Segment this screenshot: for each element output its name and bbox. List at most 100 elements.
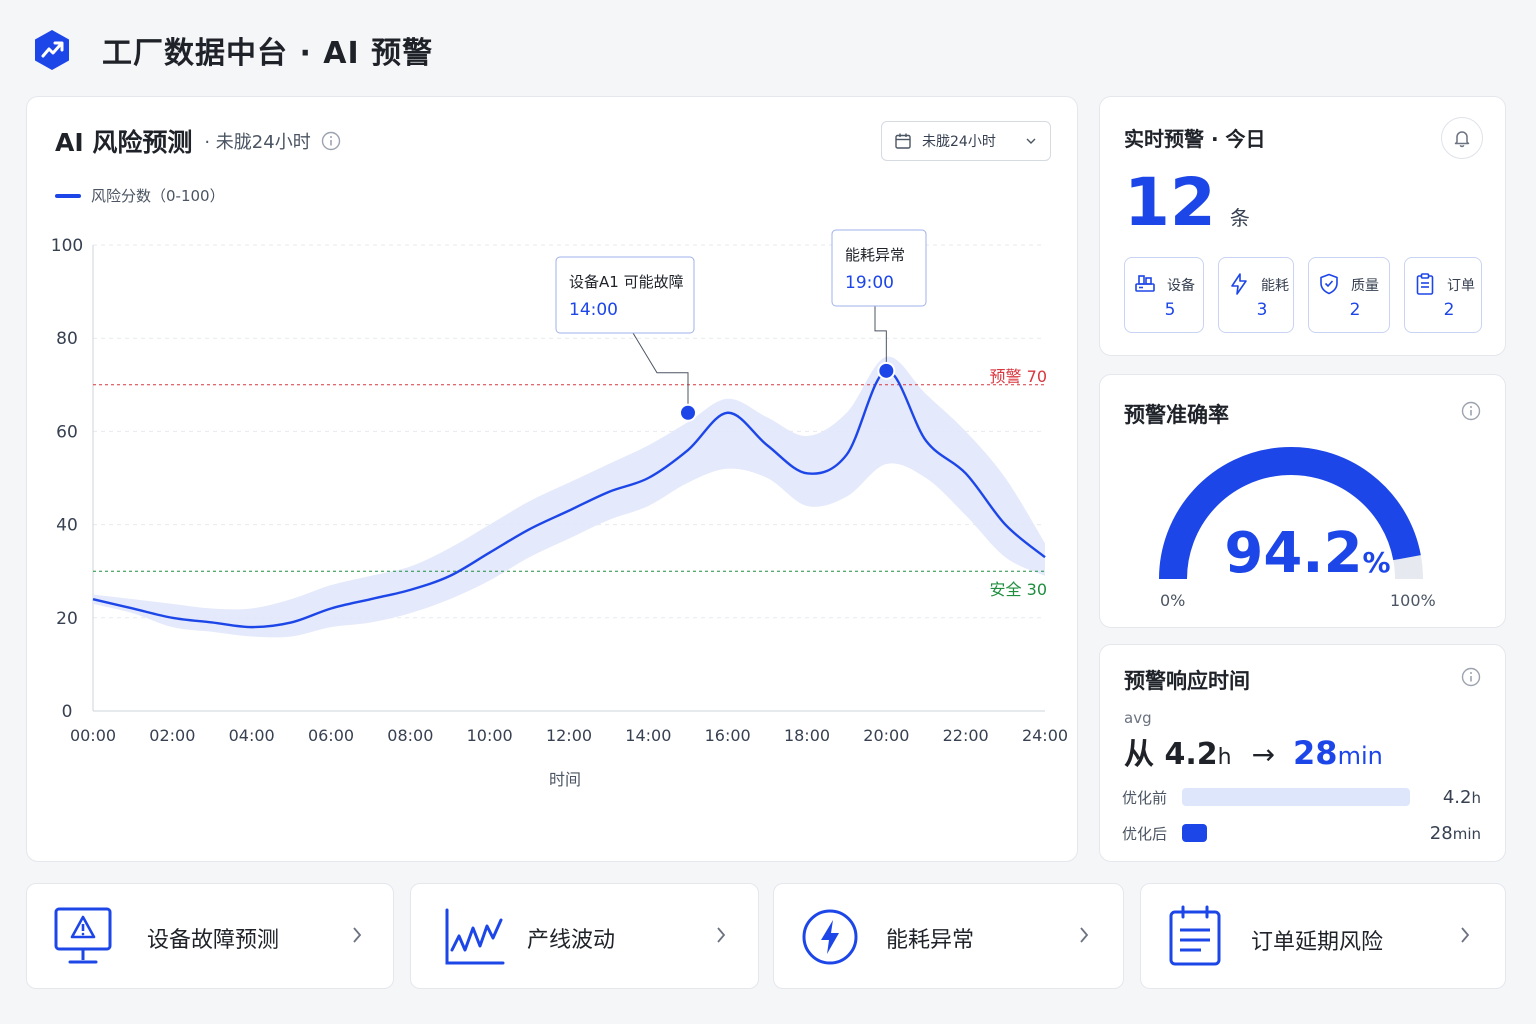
risk-chart: 0 20 40 60 80 100 00:00 02:00 04:00 06:00 08:00 10:… — [51, 229, 1068, 789]
warning-threshold-label: 预警 70 — [990, 367, 1047, 386]
y-tick-label: 40 — [56, 516, 78, 536]
chevron-right-icon — [353, 927, 362, 943]
bar-value-number: 28 — [1429, 822, 1453, 844]
confidence-band — [93, 356, 1045, 638]
risk-forecast-card: 0 20 40 60 80 100 00:00 02:00 04:00 06:00 08:00 10:… — [26, 96, 1078, 862]
response-title: 预警响应时间 — [1124, 669, 1250, 693]
category-label: 设备 — [1167, 278, 1195, 294]
bar-fill — [1182, 824, 1208, 842]
response-avg-label: avg — [1124, 709, 1152, 727]
category-tile-energy[interactable]: 能耗 3 — [1218, 257, 1294, 333]
accuracy-value: 94.2% — [1100, 521, 1507, 586]
gauge-max-label: 100% — [1390, 591, 1436, 610]
response-bar-after: 优化后 28min — [1122, 821, 1481, 845]
x-tick-label: 08:00 — [387, 726, 433, 745]
bell-icon — [1454, 131, 1470, 148]
category-label: 能耗 — [1261, 278, 1289, 294]
response-from: 从 4.2h — [1124, 729, 1232, 773]
response-time-card: 预警响应时间 avg 从 4.2h → 28min 优化前 4.2h 优化后 2… — [1099, 644, 1506, 862]
response-from-prefix: 从 — [1124, 737, 1154, 772]
nav-card-energy-anomaly[interactable]: 能耗异常 — [773, 883, 1124, 989]
response-from-unit: h — [1217, 745, 1232, 770]
bar-value-number: 4.2 — [1442, 786, 1472, 808]
legend-swatch — [55, 193, 81, 198]
info-icon[interactable] — [1461, 401, 1481, 421]
nav-label: 能耗异常 — [886, 928, 975, 953]
bar-label: 优化前 — [1122, 788, 1168, 807]
lightning-icon — [1231, 273, 1247, 295]
time-range-select[interactable]: 未胧24小时 — [881, 121, 1051, 161]
x-tick-label: 18:00 — [784, 726, 830, 745]
x-axis-title: 时间 — [549, 770, 581, 789]
x-tick-label: 04:00 — [229, 726, 275, 745]
category-tile-orders[interactable]: 订单 2 — [1404, 257, 1482, 333]
callout-box — [555, 256, 695, 334]
callout-title: 设备A1 可能故障 — [569, 273, 684, 291]
x-tick-label: 02:00 — [149, 726, 195, 745]
category-value: 3 — [1256, 300, 1268, 320]
y-tick-label: 0 — [62, 702, 73, 722]
info-icon[interactable] — [321, 131, 341, 151]
category-tile-quality[interactable]: 质量 2 — [1308, 257, 1390, 333]
nav-card-line-fluctuation[interactable]: 产线波动 — [410, 883, 759, 989]
bar-track — [1182, 824, 1412, 842]
bar-label: 优化后 — [1122, 824, 1168, 843]
x-tick-label: 24:00 — [1022, 726, 1068, 745]
bar-value-unit: min — [1452, 824, 1481, 843]
bar-value-unit: h — [1471, 788, 1481, 807]
accuracy-number: 94.2 — [1224, 521, 1363, 586]
callout-time: 14:00 — [569, 300, 618, 320]
category-tile-equipment[interactable]: 设备 5 — [1124, 257, 1204, 333]
lightning-circle-icon — [802, 909, 858, 965]
accuracy-unit: % — [1362, 546, 1391, 579]
x-tick-label: 16:00 — [705, 726, 751, 745]
nav-label: 产线波动 — [527, 928, 616, 953]
clipboard-list-icon — [1169, 905, 1221, 966]
callout-time: 19:00 — [845, 273, 894, 293]
alert-categories: 设备 5 能耗 3 质量 2 订单 2 — [1124, 257, 1482, 333]
category-value: 5 — [1164, 300, 1176, 320]
alerts-count-unit: 条 — [1229, 206, 1250, 230]
chart-legend: 风险分数（0-100） — [55, 185, 225, 206]
arrow-right-icon: → — [1251, 738, 1276, 771]
callout-title: 能耗异常 — [845, 246, 905, 264]
bar-fill — [1182, 788, 1410, 806]
info-icon[interactable] — [1461, 667, 1481, 687]
bar-value: 28min — [1430, 823, 1481, 844]
app-title: 工厂数据中台 · AI 预警 — [102, 36, 434, 71]
bar-track — [1182, 788, 1412, 806]
notification-button[interactable] — [1441, 117, 1483, 159]
category-label: 订单 — [1447, 278, 1475, 294]
x-tick-label: 06:00 — [308, 726, 354, 745]
x-tick-label: 20:00 — [863, 726, 909, 745]
bar-value: 4.2h — [1443, 787, 1481, 808]
nav-card-equipment-fault[interactable]: 设备故障预测 — [26, 883, 394, 989]
alerts-count-value: 12 — [1124, 164, 1216, 241]
nav-label: 订单延期风险 — [1251, 930, 1384, 955]
response-to: 28min — [1293, 734, 1383, 772]
y-tick-label: 60 — [56, 422, 78, 442]
calendar-icon — [895, 133, 911, 149]
response-to-value: 28 — [1293, 734, 1338, 772]
y-tick-label: 100 — [51, 236, 83, 256]
risk-card-title: AI 风险预测 — [55, 128, 193, 157]
shield-check-icon — [1320, 273, 1338, 295]
safe-threshold-label: 安全 30 — [990, 580, 1047, 599]
chevron-down-icon — [1026, 138, 1036, 144]
category-label: 质量 — [1351, 278, 1379, 294]
risk-title-row: AI 风险预测 · 未胧24小时 — [55, 123, 341, 159]
callout-leader-line — [632, 332, 689, 405]
gauge-min-label: 0% — [1160, 591, 1186, 610]
nav-label: 设备故障预测 — [147, 928, 280, 953]
realtime-alerts-card: 实时预警 · 今日 12 条 设备 5 能耗 3 质量 2 订单 2 — [1099, 96, 1506, 356]
line-chart-icon — [445, 908, 505, 965]
equipment-icon — [1135, 275, 1155, 292]
y-tick-label: 80 — [56, 329, 78, 349]
callout-leader-line — [874, 306, 887, 363]
highlight-point — [877, 361, 896, 380]
app-header: 工厂数据中台 · AI 预警 — [32, 26, 433, 74]
category-value: 2 — [1443, 300, 1455, 320]
time-range-label: 未胧24小时 — [922, 134, 996, 150]
alerts-count: 12 条 — [1124, 163, 1250, 243]
nav-card-order-delay[interactable]: 订单延期风险 — [1140, 883, 1506, 989]
